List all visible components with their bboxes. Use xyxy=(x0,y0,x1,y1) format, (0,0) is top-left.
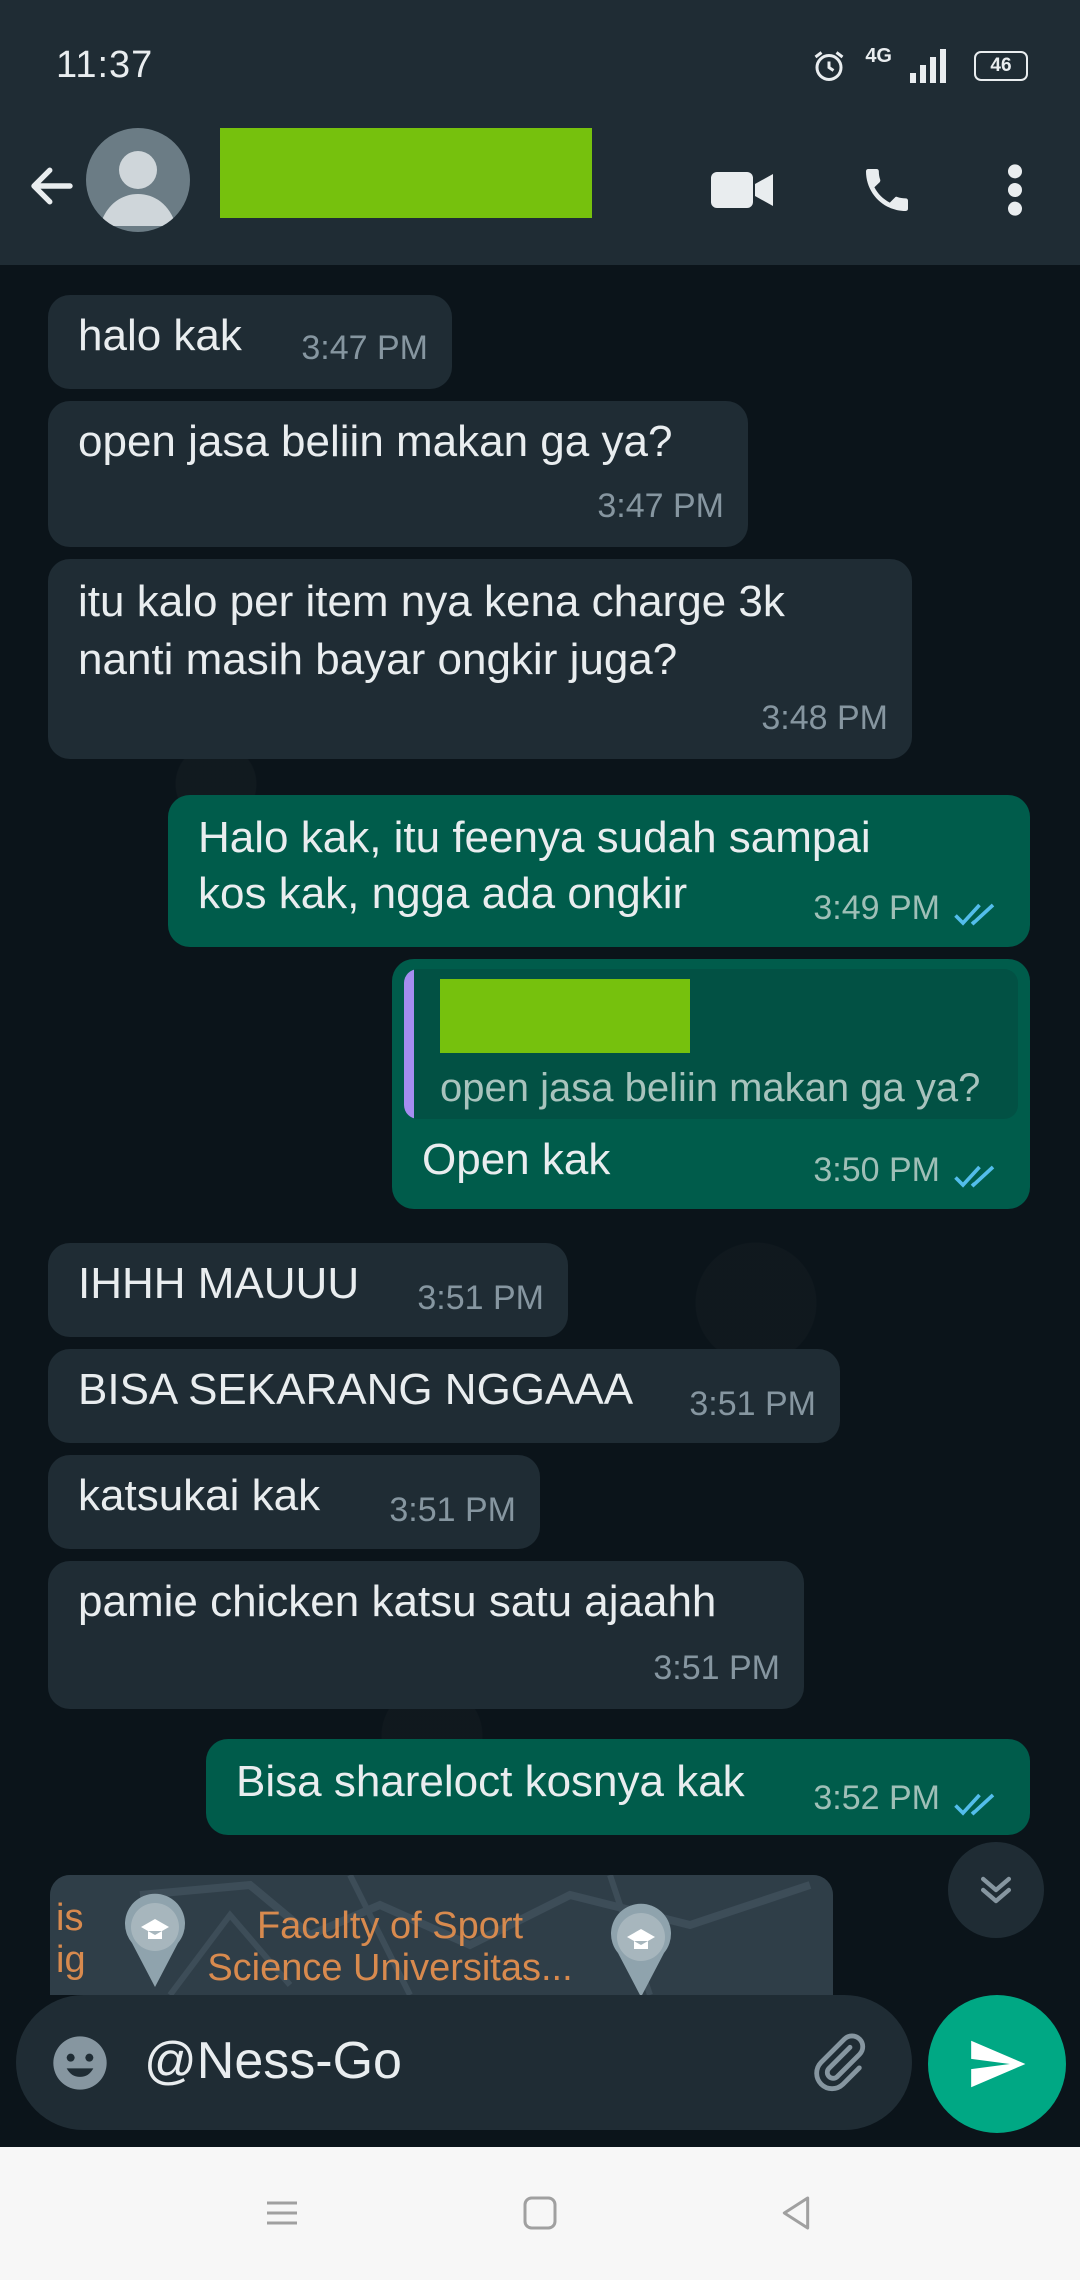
home-button[interactable] xyxy=(512,2185,568,2241)
back-nav-button[interactable] xyxy=(768,2185,824,2241)
message-incoming[interactable]: BISA SEKARANG NGGAAA 3:51 PM xyxy=(48,1349,840,1443)
back-button[interactable] xyxy=(22,156,82,216)
more-options-button[interactable] xyxy=(980,155,1050,225)
video-call-icon xyxy=(711,172,773,208)
map-label-line: ig xyxy=(56,1939,86,1981)
status-bar: 11:37 4G 46 xyxy=(0,0,1080,130)
message-incoming[interactable]: open jasa beliin makan ga ya? 3:47 PM xyxy=(48,401,748,547)
message-text: open jasa beliin makan ga ya? xyxy=(78,417,673,466)
message-incoming[interactable]: IHHH MAUUU 3:51 PM xyxy=(48,1243,568,1337)
status-time: 11:37 xyxy=(56,44,154,86)
message-text: BISA SEKARANG NGGAAA xyxy=(78,1365,634,1414)
message-time: 3:49 PM xyxy=(813,889,940,927)
message-time: 3:51 PM xyxy=(417,1279,544,1317)
message-text-line: kos kak, ngga ada ongkir xyxy=(198,869,688,918)
quote-accent-bar xyxy=(404,969,414,1119)
message-time: 3:50 PM xyxy=(813,1151,940,1189)
recents-button[interactable] xyxy=(254,2185,310,2241)
more-vert-icon xyxy=(1008,164,1022,216)
double-chevron-down-icon xyxy=(980,1876,1012,1904)
network-type: 4G xyxy=(865,44,892,67)
location-message-preview[interactable]: is ig Faculty of Sport Science Universit… xyxy=(50,1875,833,1995)
default-avatar-icon xyxy=(100,151,176,226)
triangle-back-icon xyxy=(782,2196,810,2230)
message-text: IHHH MAUUU xyxy=(78,1259,360,1308)
composer-bar: @Ness-Go xyxy=(0,1995,1080,2145)
message-time: 3:48 PM xyxy=(761,699,888,737)
map-place-line: Science Universitas... xyxy=(207,1947,573,1989)
send-button[interactable] xyxy=(928,1995,1066,2133)
message-time: 3:47 PM xyxy=(301,329,428,367)
map-label-line: is xyxy=(56,1897,84,1939)
map-place-label: Faculty of Sport Science Universitas... xyxy=(190,1905,590,1989)
contact-name[interactable] xyxy=(220,128,592,218)
message-text-line: nanti masih bayar ongkir juga? xyxy=(78,635,678,684)
message-incoming[interactable]: katsukai kak 3:51 PM xyxy=(48,1455,540,1549)
message-text: Bisa shareloct kosnya kak xyxy=(236,1757,745,1806)
voice-call-button[interactable] xyxy=(852,155,922,225)
paperclip-icon[interactable] xyxy=(806,2030,870,2094)
map-pin-icon xyxy=(611,1903,671,1995)
read-receipt-icon xyxy=(954,1793,995,1816)
read-receipt-icon xyxy=(954,903,995,926)
chat-messages[interactable]: halo kak 3:47 PM open jasa beliin makan … xyxy=(0,265,1080,1995)
message-outgoing[interactable]: Halo kak, itu feenya sudah sampai kos ka… xyxy=(168,795,1030,947)
quoted-message[interactable]: open jasa beliin makan ga ya? xyxy=(404,969,1018,1119)
message-outgoing-reply[interactable]: open jasa beliin makan ga ya? Open kak 3… xyxy=(392,959,1030,1209)
battery-icon: 46 xyxy=(974,51,1028,81)
status-icons: 4G 46 xyxy=(811,44,1028,84)
emoji-icon[interactable] xyxy=(48,2031,112,2095)
message-text: katsukai kak xyxy=(78,1471,321,1520)
scroll-to-bottom-button[interactable] xyxy=(948,1842,1044,1938)
battery-level: 46 xyxy=(990,55,1012,76)
map-label-left: is ig xyxy=(56,1897,86,1981)
video-call-button[interactable] xyxy=(708,155,778,225)
message-time: 3:51 PM xyxy=(689,1385,816,1423)
message-time: 3:51 PM xyxy=(653,1649,780,1687)
message-time: 3:51 PM xyxy=(389,1491,516,1529)
avatar[interactable] xyxy=(86,128,190,232)
menu-icon xyxy=(267,2201,297,2225)
message-incoming[interactable]: itu kalo per item nya kena charge 3k nan… xyxy=(48,559,912,759)
message-outgoing[interactable]: Bisa shareloct kosnya kak 3:52 PM xyxy=(206,1739,1030,1835)
message-text: halo kak xyxy=(78,311,242,360)
quote-author xyxy=(440,979,690,1053)
home-square-icon xyxy=(523,2196,557,2230)
alarm-icon xyxy=(814,51,844,81)
message-incoming[interactable]: pamie chicken katsu satu ajaahh 3:51 PM xyxy=(48,1561,804,1709)
signal-icon xyxy=(910,49,946,83)
message-text: Open kak xyxy=(422,1135,611,1184)
arrow-left-icon xyxy=(31,167,73,205)
message-input-text[interactable]: @Ness-Go xyxy=(144,2031,402,2091)
quote-text: open jasa beliin makan ga ya? xyxy=(440,1066,981,1110)
send-icon xyxy=(971,2040,1026,2088)
message-incoming[interactable]: halo kak 3:47 PM xyxy=(48,295,452,389)
map-pin-icon xyxy=(125,1893,185,1987)
read-receipt-icon xyxy=(954,1165,995,1188)
message-time: 3:52 PM xyxy=(813,1779,940,1817)
map-place-line: Faculty of Sport xyxy=(256,1905,524,1947)
phone-icon xyxy=(866,169,908,211)
message-input[interactable]: @Ness-Go xyxy=(16,1995,912,2130)
message-text-line: Halo kak, itu feenya sudah sampai xyxy=(198,813,871,862)
message-text: pamie chicken katsu satu ajaahh xyxy=(78,1577,717,1626)
system-navigation-bar xyxy=(0,2147,1080,2280)
message-text-line: itu kalo per item nya kena charge 3k xyxy=(78,577,785,626)
message-time: 3:47 PM xyxy=(597,487,724,525)
